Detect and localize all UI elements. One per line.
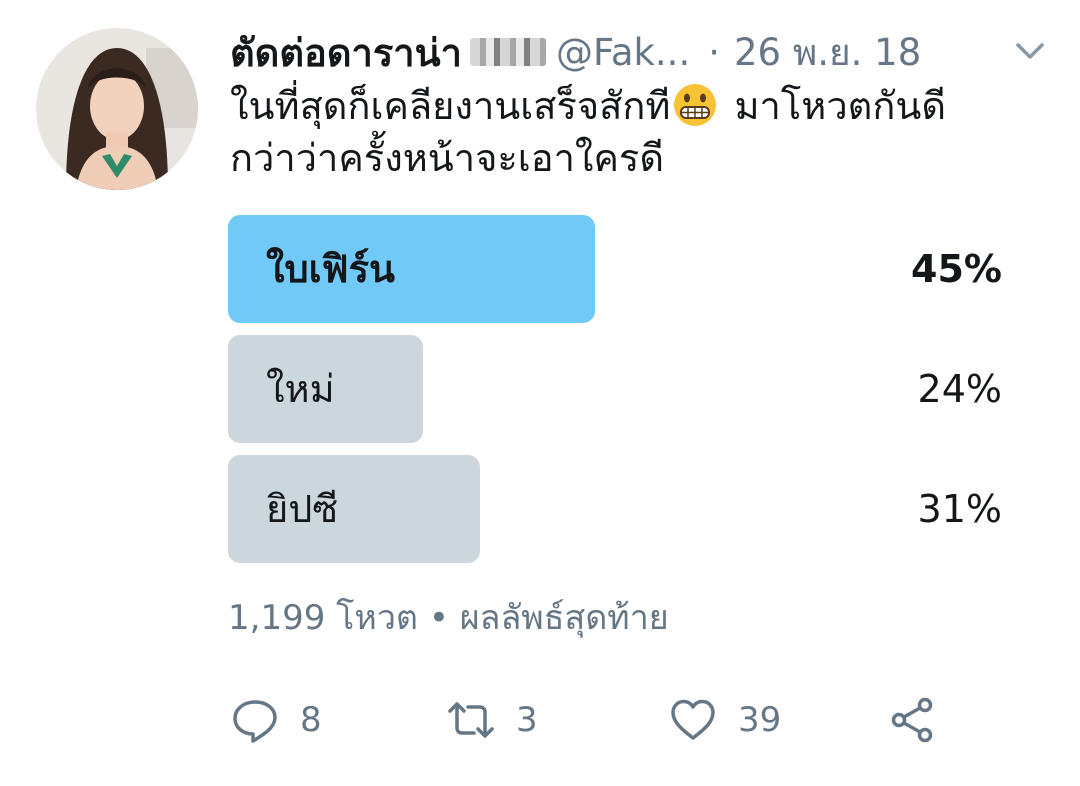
tweet-header: ตัดต่อดาราน่า @Fak... · 26 พ.ย. 18 bbox=[230, 26, 1060, 78]
user-handle[interactable]: @Fak... bbox=[556, 31, 690, 74]
heart-icon bbox=[671, 699, 715, 740]
like-count: 39 bbox=[738, 700, 782, 740]
tweet-text-line-1: ในที่สุดก็เคลียงานเสร็จสักที มาโหวตกันดี bbox=[230, 80, 1060, 132]
header-separator: · bbox=[708, 30, 720, 74]
poll-choice[interactable]: ใหม่ 24% bbox=[228, 335, 1008, 443]
poll-meta: 1,199 โหวต • ผลลัพธ์สุดท้าย bbox=[228, 590, 669, 644]
share-icon bbox=[891, 697, 933, 743]
poll-status: ผลลัพธ์สุดท้าย bbox=[459, 598, 669, 638]
retweet-button[interactable]: 3 bbox=[446, 690, 538, 750]
tweet-text-part-1: ในที่สุดก็เคลียงานเสร็จสักที bbox=[230, 84, 671, 128]
avatar-image bbox=[36, 28, 198, 190]
share-button[interactable] bbox=[888, 690, 938, 750]
poll-choice-percent: 24% bbox=[917, 367, 1002, 411]
tweet-date[interactable]: 26 พ.ย. 18 bbox=[734, 23, 921, 82]
reply-count: 8 bbox=[300, 700, 322, 740]
retweet-icon bbox=[448, 702, 494, 738]
poll-choice-percent: 31% bbox=[917, 487, 1002, 531]
poll-vote-count: 1,199 โหวต bbox=[228, 598, 418, 638]
poll-choice-label: ใหม่ bbox=[266, 367, 335, 411]
poll: ใบเฟิร์น 45% ใหม่ 24% ยิปซี 31% bbox=[228, 215, 1008, 575]
poll-choice[interactable]: ใบเฟิร์น 45% bbox=[228, 215, 1008, 323]
poll-choice-label: ยิปซี bbox=[266, 487, 339, 531]
grimacing-emoji-icon bbox=[674, 84, 717, 126]
retweet-count: 3 bbox=[516, 700, 538, 740]
poll-choice-percent: 45% bbox=[911, 247, 1002, 291]
blurred-name-icon bbox=[469, 38, 546, 66]
poll-choice-label: ใบเฟิร์น bbox=[266, 247, 395, 291]
tweet-text-line-2: กว่าว่าครั้งหน้าจะเอาใครดี bbox=[230, 136, 664, 180]
poll-meta-bullet: • bbox=[428, 598, 449, 638]
like-button[interactable]: 39 bbox=[668, 690, 781, 750]
chevron-down-icon[interactable] bbox=[1012, 36, 1048, 66]
reply-icon bbox=[233, 700, 277, 743]
tweet-text: ในที่สุดก็เคลียงานเสร็จสักที มาโหวตกันดี… bbox=[230, 80, 1060, 184]
poll-choice[interactable]: ยิปซี 31% bbox=[228, 455, 1008, 563]
avatar[interactable] bbox=[36, 28, 198, 190]
tweet-text-part-2: มาโหวตกันดี bbox=[722, 84, 947, 128]
reply-button[interactable]: 8 bbox=[230, 690, 322, 750]
tweet-actions: 8 3 39 bbox=[228, 690, 988, 750]
display-name[interactable]: ตัดต่อดาราน่า bbox=[230, 22, 462, 83]
